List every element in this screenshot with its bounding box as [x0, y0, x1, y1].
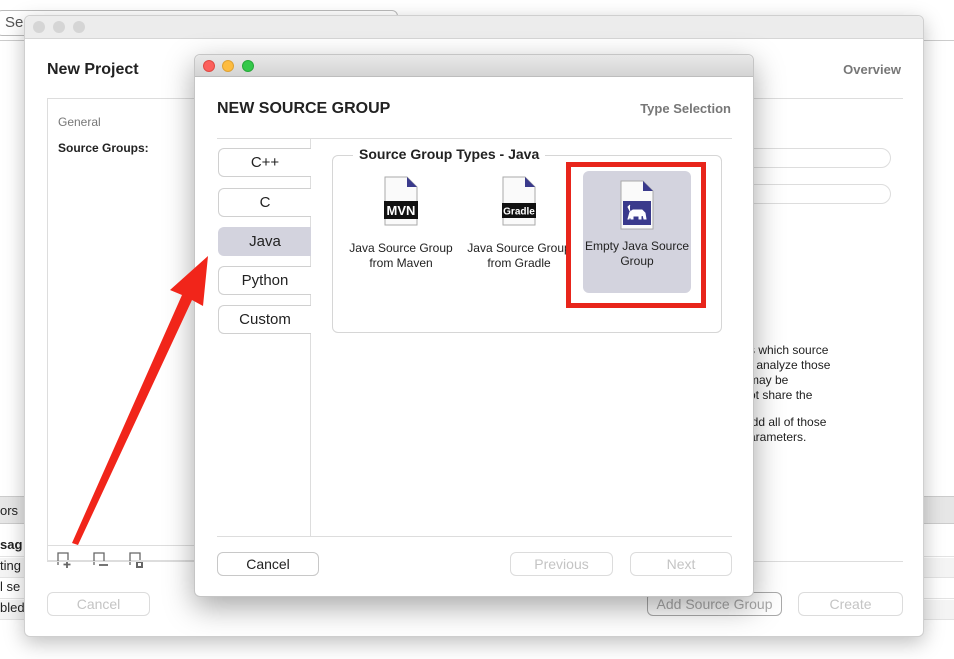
annotation-arrow	[72, 256, 208, 545]
arrow-shape	[72, 256, 208, 545]
